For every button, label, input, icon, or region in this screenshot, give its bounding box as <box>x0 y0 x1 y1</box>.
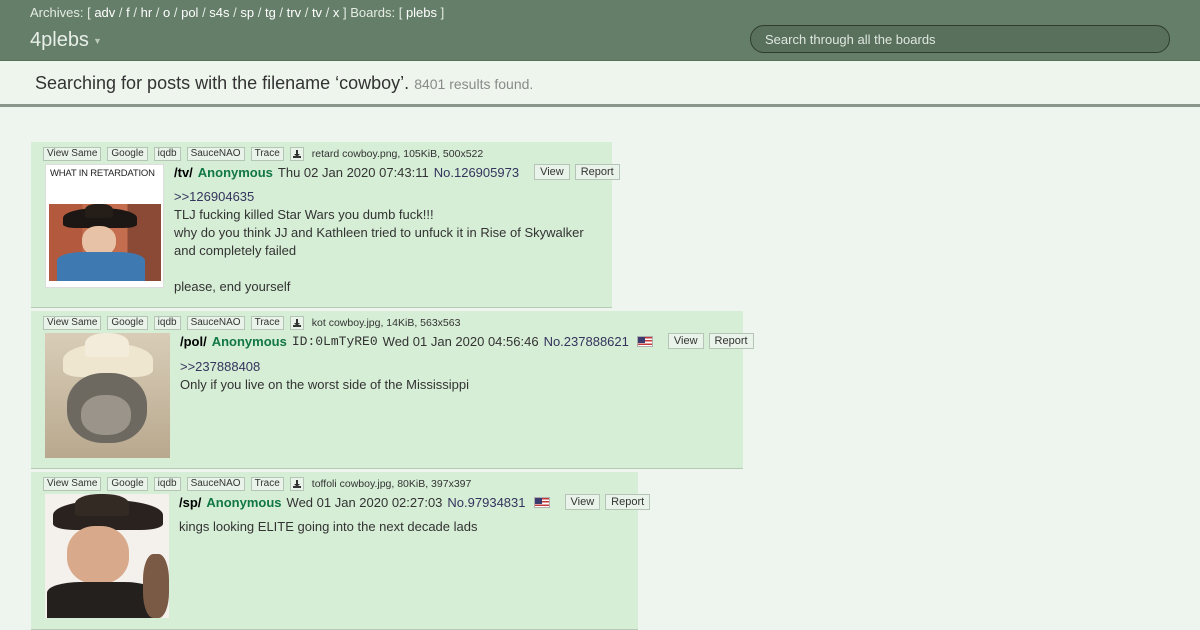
us-flag-icon <box>636 335 653 347</box>
post-date: Thu 02 Jan 2020 07:43:11 <box>277 164 429 180</box>
post-card: View Same Google iqdb SauceNAO Trace tof… <box>31 472 651 630</box>
result-count: 8401 results found. <box>414 76 534 92</box>
trace-button[interactable]: Trace <box>250 477 284 491</box>
post-date: Wed 01 Jan 2020 04:56:46 <box>382 333 539 349</box>
archive-link-trv[interactable]: trv <box>287 5 301 20</box>
post-body: >>237888408 Only if you live on the wors… <box>180 358 720 394</box>
quote-link[interactable]: >>237888408 <box>180 358 720 376</box>
us-flag-icon <box>533 496 550 508</box>
brand-menu[interactable]: 4plebs ▼ <box>30 29 102 52</box>
iqdb-button[interactable]: iqdb <box>153 477 181 491</box>
post-number[interactable]: No.97934831 <box>447 495 525 510</box>
google-button[interactable]: Google <box>107 147 148 161</box>
top-bar: Archives: [ adv / f / hr / o / pol / s4s… <box>0 0 1200 61</box>
poster-name: Anonymous <box>211 333 287 349</box>
archive-link-adv[interactable]: adv <box>94 5 115 20</box>
file-info: retard cowboy.png, 105KiB, 500x522 <box>311 148 484 160</box>
boards-label: Boards: <box>350 5 396 20</box>
post-header: /sp/ Anonymous Wed 01 Jan 2020 02:27:03 … <box>179 494 651 510</box>
download-icon[interactable] <box>289 316 304 330</box>
report-button[interactable]: Report <box>605 494 651 510</box>
poster-name: Anonymous <box>206 494 282 510</box>
post-number[interactable]: No.237888621 <box>544 334 629 349</box>
archive-link-tg[interactable]: tg <box>265 5 276 20</box>
thumbnail-photo <box>49 204 161 281</box>
archive-link-sp[interactable]: sp <box>240 5 254 20</box>
report-button[interactable]: Report <box>574 164 620 180</box>
post-body: >>126904635 TLJ fucking killed Star Wars… <box>174 188 604 296</box>
post-line: please, end yourself <box>174 279 291 294</box>
archives-label: Archives: <box>30 5 84 20</box>
saucenao-button[interactable]: SauceNAO <box>186 316 245 330</box>
post-thumbnail[interactable]: WHAT IN RETARDATION <box>45 164 164 288</box>
report-button[interactable]: Report <box>708 333 754 349</box>
board-link[interactable]: /tv/ <box>174 165 193 180</box>
page-title: Searching for posts with the filename ‘c… <box>35 73 533 94</box>
view-button[interactable]: View <box>564 494 601 510</box>
board-link[interactable]: /pol/ <box>180 334 207 349</box>
post-line: TLJ fucking killed Star Wars you dumb fu… <box>174 207 434 222</box>
post-header: /pol/ Anonymous ID:0LmTyRE0 Wed 01 Jan 2… <box>180 333 754 349</box>
google-button[interactable]: Google <box>107 316 148 330</box>
post-number[interactable]: No.126905973 <box>434 165 519 180</box>
poster-id[interactable]: ID:0LmTyRE0 <box>292 334 378 349</box>
iqdb-button[interactable]: iqdb <box>153 147 181 161</box>
trace-button[interactable]: Trace <box>250 316 284 330</box>
file-info: kot cowboy.jpg, 14KiB, 563x563 <box>311 317 461 329</box>
archive-link-hr[interactable]: hr <box>141 5 153 20</box>
trace-button[interactable]: Trace <box>250 147 284 161</box>
search-heading: Searching for posts with the filename ‘c… <box>0 61 1200 107</box>
post-thumbnail[interactable] <box>45 333 170 458</box>
post-line: and completely failed <box>174 243 297 258</box>
post-line <box>174 260 604 278</box>
archive-link-s4s[interactable]: s4s <box>209 5 229 20</box>
caret-down-icon: ▼ <box>92 35 102 46</box>
board-link-plebs[interactable]: plebs <box>406 5 437 20</box>
post-body: kings looking ELITE going into the next … <box>179 518 619 536</box>
file-info: toffoli cowboy.jpg, 80KiB, 397x397 <box>311 478 472 490</box>
file-action-bar: View Same Google iqdb SauceNAO Trace ret… <box>43 147 483 161</box>
search-input[interactable] <box>750 25 1170 53</box>
file-action-bar: View Same Google iqdb SauceNAO Trace tof… <box>43 477 471 491</box>
view-same-button[interactable]: View Same <box>43 477 102 491</box>
saucenao-button[interactable]: SauceNAO <box>186 147 245 161</box>
download-icon[interactable] <box>289 147 304 161</box>
archive-link-tv[interactable]: tv <box>312 5 322 20</box>
view-same-button[interactable]: View Same <box>43 316 102 330</box>
board-link[interactable]: /sp/ <box>179 495 201 510</box>
download-icon[interactable] <box>289 477 304 491</box>
thumbnail-caption: WHAT IN RETARDATION <box>50 168 155 179</box>
poster-name: Anonymous <box>197 164 273 180</box>
file-action-bar: View Same Google iqdb SauceNAO Trace kot… <box>43 316 460 330</box>
post-date: Wed 01 Jan 2020 02:27:03 <box>286 494 443 510</box>
brand-name: 4plebs <box>30 29 89 51</box>
archive-link-pol[interactable]: pol <box>181 5 198 20</box>
post-line: kings looking ELITE going into the next … <box>179 519 478 534</box>
saucenao-button[interactable]: SauceNAO <box>186 477 245 491</box>
archive-link-x[interactable]: x <box>333 5 340 20</box>
archives-nav: Archives: [ adv / f / hr / o / pol / s4s… <box>30 5 445 20</box>
post-line: Only if you live on the worst side of th… <box>180 377 470 392</box>
post-line: why do you think JJ and Kathleen tried t… <box>174 225 584 240</box>
view-button[interactable]: View <box>534 164 570 180</box>
google-button[interactable]: Google <box>107 477 148 491</box>
iqdb-button[interactable]: iqdb <box>153 316 181 330</box>
view-button[interactable]: View <box>667 333 704 349</box>
search-description: Searching for posts with the filename ‘c… <box>35 73 410 93</box>
post-header: /tv/ Anonymous Thu 02 Jan 2020 07:43:11 … <box>174 164 620 180</box>
view-same-button[interactable]: View Same <box>43 147 102 161</box>
quote-link[interactable]: >>126904635 <box>174 188 604 206</box>
post-thumbnail[interactable] <box>45 494 169 618</box>
post-card: View Same Google iqdb SauceNAO Trace kot… <box>31 311 754 469</box>
post-card: View Same Google iqdb SauceNAO Trace ret… <box>31 142 620 308</box>
